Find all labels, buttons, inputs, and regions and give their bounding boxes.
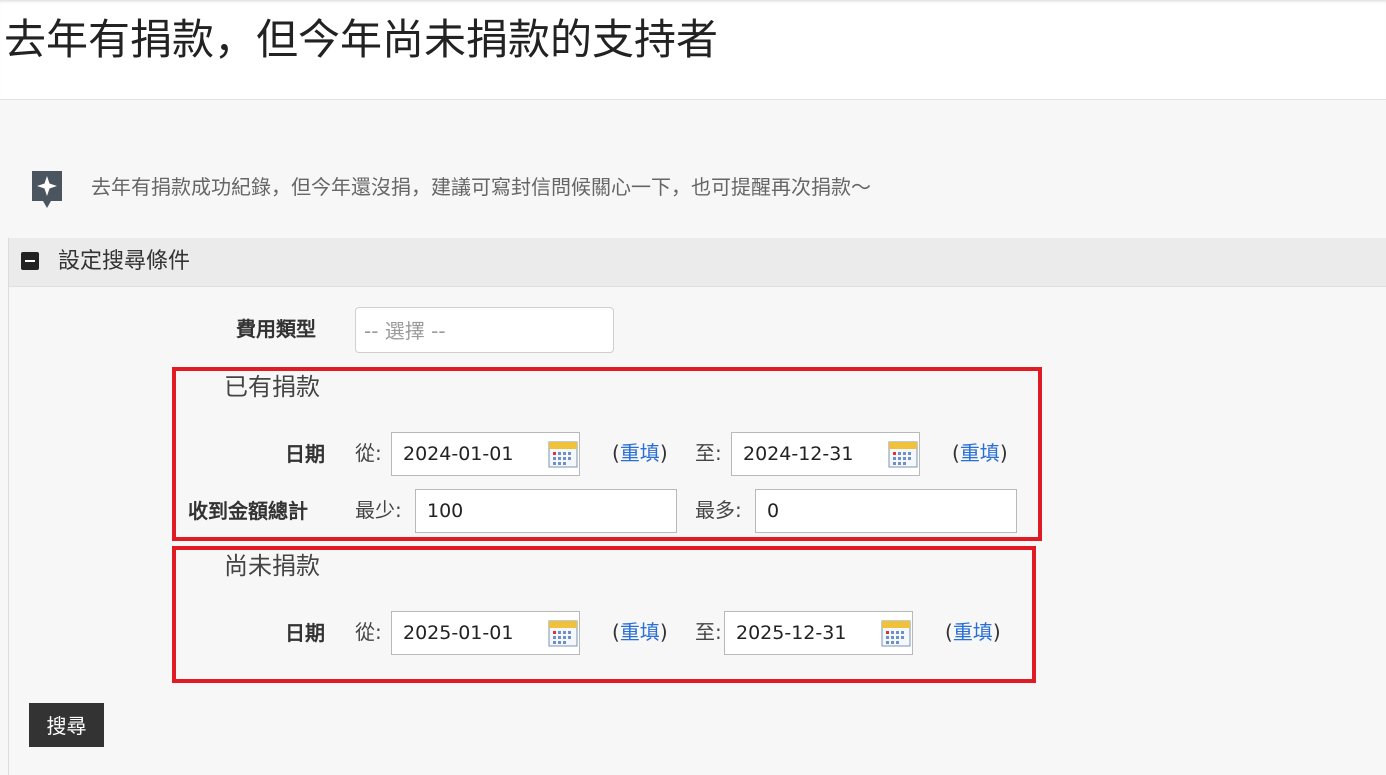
not-donated-date-label: 日期 (285, 621, 325, 645)
not-donated-to-reset: (重填) (945, 620, 1001, 644)
not-donated-to-reset-link[interactable]: 重填 (953, 620, 993, 644)
calendar-icon[interactable] (888, 440, 918, 468)
donated-to-label: 至: (695, 441, 722, 465)
donated-section-title: 已有捐款 (224, 373, 320, 401)
donated-from-reset-link[interactable]: 重填 (620, 441, 660, 465)
not-donated-from-reset: (重填) (612, 620, 668, 644)
amount-min-label: 最少: (355, 498, 402, 522)
donated-date-label: 日期 (285, 442, 325, 466)
fee-type-select[interactable]: -- 選擇 -- (355, 307, 614, 353)
page-title: 去年有捐款，但今年尚未捐款的支持者 (4, 15, 719, 64)
donated-to-reset-link[interactable]: 重填 (960, 441, 1000, 465)
hint-text: 去年有捐款成功紀錄，但今年還沒捐，建議可寫封信問候關心一下，也可提醒再次捐款～ (91, 175, 871, 199)
filter-panel-title: 設定搜尋條件 (58, 249, 191, 274)
amount-total-label: 收到金額總計 (188, 499, 308, 523)
calendar-icon[interactable] (548, 440, 578, 468)
minus-square-icon[interactable] (21, 252, 39, 270)
amount-max-input[interactable]: 0 (755, 489, 1017, 533)
not-donated-from-reset-link[interactable]: 重填 (620, 620, 660, 644)
filter-panel-header[interactable]: 設定搜尋條件 (9, 238, 1386, 287)
sparkle-icon (32, 171, 62, 208)
calendar-icon[interactable] (548, 619, 578, 647)
not-donated-section-title: 尚未捐款 (224, 552, 320, 580)
not-donated-from-label: 從: (355, 620, 382, 644)
amount-min-input[interactable]: 100 (415, 489, 677, 533)
page-header: 去年有捐款，但今年尚未捐款的支持者 (0, 0, 1386, 100)
search-button[interactable]: 搜尋 (29, 703, 104, 747)
donated-from-label: 從: (355, 441, 382, 465)
donated-from-reset: (重填) (612, 441, 668, 465)
not-donated-to-label: 至: (695, 620, 722, 644)
amount-max-label: 最多: (695, 498, 742, 522)
calendar-icon[interactable] (881, 619, 911, 647)
fee-type-label: 費用類型 (236, 317, 316, 341)
donated-to-reset: (重填) (952, 441, 1008, 465)
